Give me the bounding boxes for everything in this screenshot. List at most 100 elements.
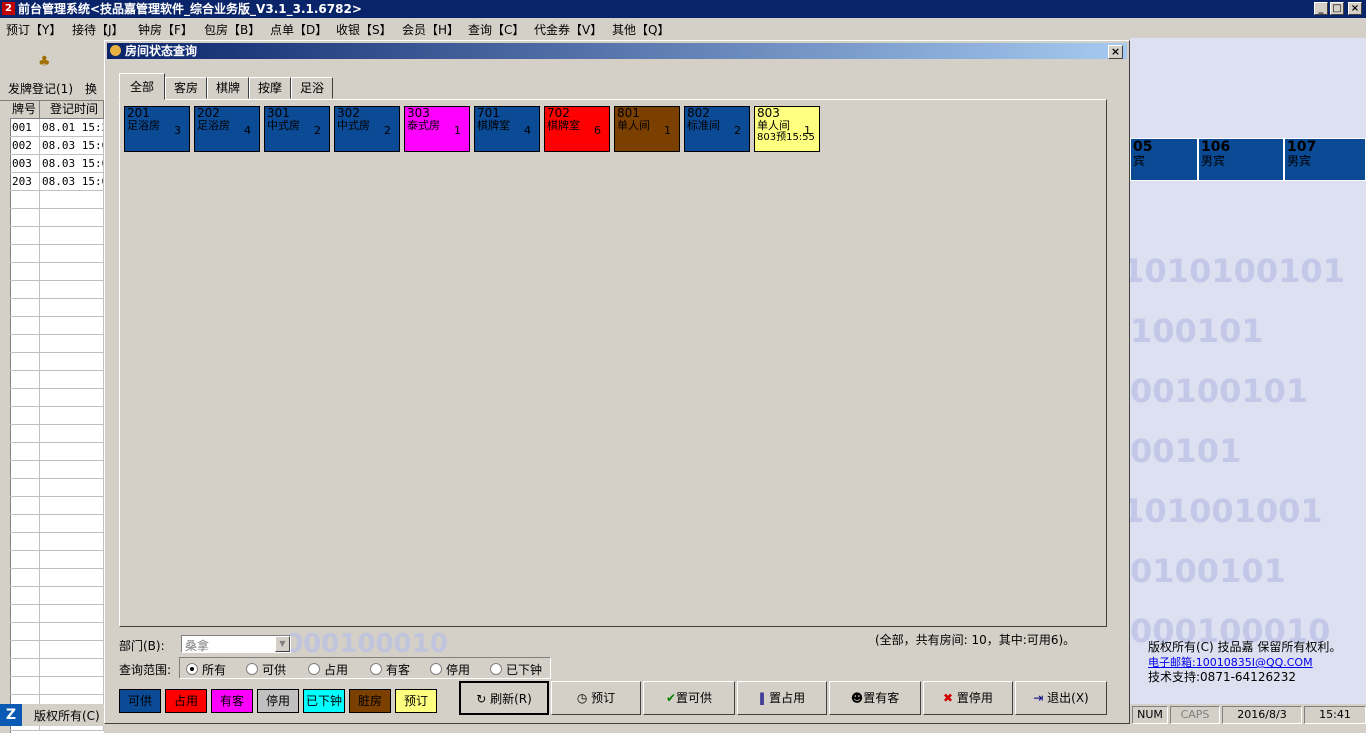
room-card[interactable]: 05 宾 — [1130, 138, 1198, 181]
menu-item-query[interactable]: 查询【C】 — [468, 21, 524, 38]
room-tile[interactable]: 701 棋牌室 4 — [474, 106, 540, 152]
empty-cell — [40, 659, 104, 677]
column-header-card-no[interactable]: 牌号 — [10, 101, 40, 119]
chevron-down-icon[interactable]: ▼ — [275, 636, 290, 652]
tab-all[interactable]: 全部 — [119, 73, 165, 100]
empty-cell — [10, 605, 40, 623]
window-title: 前台管理系统<技品嘉管理软件_综合业务版_V3.1_3.1.6782> — [18, 2, 362, 16]
empty-cell — [40, 443, 104, 461]
room-grid-panel: 201 足浴房 3 202 足浴房 4 301 中式房 2 302 中式房 2 303 泰式房 1 701 棋牌… — [119, 99, 1107, 627]
set-available-button[interactable]: ✔置可供 — [643, 681, 735, 715]
room-tile[interactable]: 803 单人间 1 803预15:55 — [754, 106, 820, 152]
room-tile-capacity: 1 — [454, 124, 461, 137]
empty-cell — [40, 461, 104, 479]
menu-item-member[interactable]: 会员【H】 — [402, 21, 459, 38]
table-cell-card-no[interactable]: 001 — [10, 119, 40, 137]
empty-cell — [40, 353, 104, 371]
email-link[interactable]: 电子邮箱:10010835I@QQ.COM — [1148, 656, 1313, 669]
menu-item-reserve[interactable]: 预订【Y】 — [6, 21, 61, 38]
table-cell-card-no[interactable]: 002 — [10, 137, 40, 155]
status-time: 15:41 — [1304, 706, 1366, 724]
radio-dot-icon — [430, 663, 442, 675]
menu-item-voucher[interactable]: 代金券【V】 — [534, 21, 602, 38]
close-window-button[interactable]: × — [1348, 2, 1362, 15]
dialog-title: 房间状态查询 — [125, 44, 198, 58]
radio-all[interactable]: 所有 — [186, 661, 226, 678]
watermark-text: 0100101 — [1130, 552, 1286, 590]
room-tile[interactable]: 201 足浴房 3 — [124, 106, 190, 152]
dept-select[interactable]: 桑拿 ▼ — [181, 635, 291, 653]
empty-cell — [40, 317, 104, 335]
tab-chess-room[interactable]: 棋牌 — [207, 77, 249, 99]
empty-cell — [40, 677, 104, 695]
watermark-text: 0101001001 — [1130, 492, 1323, 530]
radio-available[interactable]: 可供 — [246, 661, 286, 678]
room-card-type: 男宾 — [1201, 154, 1226, 168]
empty-cell — [40, 245, 104, 263]
room-tile[interactable]: 202 足浴房 4 — [194, 106, 260, 152]
empty-cell — [10, 515, 40, 533]
menu-item-cashier[interactable]: 收银【S】 — [336, 21, 392, 38]
empty-cell — [10, 497, 40, 515]
set-has-guest-button[interactable]: ☻置有客 — [829, 681, 921, 715]
empty-cell — [10, 317, 40, 335]
room-card-number: 107 — [1287, 139, 1317, 155]
reserve-button[interactable]: ◷ 预订 — [551, 681, 641, 715]
radio-occupied[interactable]: 占用 — [308, 661, 348, 678]
card-register-button[interactable]: 发牌登记(1) — [8, 80, 73, 97]
menu-item-other[interactable]: 其他【Q】 — [612, 21, 669, 38]
table-cell-register-time[interactable]: 08.03 15:0 — [40, 173, 104, 191]
room-card[interactable]: 107 男宾 — [1284, 138, 1366, 181]
set-occupied-button[interactable]: ‖ 置占用 — [737, 681, 827, 715]
room-tile-capacity: 4 — [244, 124, 251, 137]
empty-cell — [10, 227, 40, 245]
table-cell-card-no[interactable]: 203 — [10, 173, 40, 191]
set-disabled-button[interactable]: ✖ 置停用 — [923, 681, 1013, 715]
radio-dot-icon — [186, 663, 198, 675]
watermark-text: 000100010 — [285, 629, 448, 659]
room-tile[interactable]: 802 标准间 2 — [684, 106, 750, 152]
radio-clocked-out[interactable]: 已下钟 — [490, 661, 542, 678]
table-cell-card-no[interactable]: 003 — [10, 155, 40, 173]
room-tile[interactable]: 302 中式房 2 — [334, 106, 400, 152]
minimize-button[interactable]: _ — [1314, 2, 1328, 15]
watermark-text: 00101 — [1130, 432, 1242, 470]
table-cell-register-time[interactable]: 08.03 15:0 — [40, 155, 104, 173]
radio-disabled[interactable]: 停用 — [430, 661, 470, 678]
range-label: 查询范围: — [119, 663, 172, 677]
tab-massage[interactable]: 按摩 — [249, 77, 291, 99]
legend-has-guest: 有客 — [211, 689, 253, 713]
room-tile[interactable]: 301 中式房 2 — [264, 106, 330, 152]
caps-lock-indicator: CAPS — [1170, 706, 1220, 724]
room-tile[interactable]: 303 泰式房 1 — [404, 106, 470, 152]
legend-clocked-out: 已下钟 — [303, 689, 345, 713]
exit-icon: ⇥ — [1033, 691, 1048, 705]
menu-item-order[interactable]: 点单【D】 — [270, 21, 327, 38]
dialog-close-button[interactable]: × — [1108, 45, 1123, 59]
room-card-number: 106 — [1201, 139, 1231, 155]
pause-icon: ‖ — [758, 691, 770, 705]
dept-select-value: 桑拿 — [185, 639, 210, 653]
card-register-icon[interactable]: ♣ — [38, 54, 54, 70]
table-cell-register-time[interactable]: 08.03 15:0 — [40, 137, 104, 155]
maximize-button[interactable]: □ — [1330, 2, 1344, 15]
menu-item-clock-room[interactable]: 钟房【F】 — [138, 21, 193, 38]
exit-button[interactable]: ⇥ 退出(X) — [1015, 681, 1107, 715]
table-cell-register-time[interactable]: 08.01 15:2 — [40, 119, 104, 137]
room-tile[interactable]: 702 棋牌室 6 — [544, 106, 610, 152]
room-tile[interactable]: 801 单人间 1 — [614, 106, 680, 152]
room-card[interactable]: 106 男宾 — [1198, 138, 1284, 181]
room-tile-capacity: 1 — [804, 124, 811, 137]
refresh-button[interactable]: ↻ 刷新(R) — [459, 681, 549, 715]
radio-dot-icon — [370, 663, 382, 675]
menu-item-private-room[interactable]: 包房【B】 — [204, 21, 260, 38]
menu-item-reception[interactable]: 接待【J】 — [72, 21, 124, 38]
column-header-register-time[interactable]: 登记时间 — [40, 101, 104, 119]
tab-guest-room[interactable]: 客房 — [165, 77, 207, 99]
radio-has-guest[interactable]: 有客 — [370, 661, 410, 678]
tab-foot-bath[interactable]: 足浴 — [291, 77, 333, 99]
guest-icon: ☻ — [850, 691, 864, 705]
status-date: 2016/8/3 — [1222, 706, 1302, 724]
empty-cell — [10, 659, 40, 677]
legend-reserved: 预订 — [395, 689, 437, 713]
